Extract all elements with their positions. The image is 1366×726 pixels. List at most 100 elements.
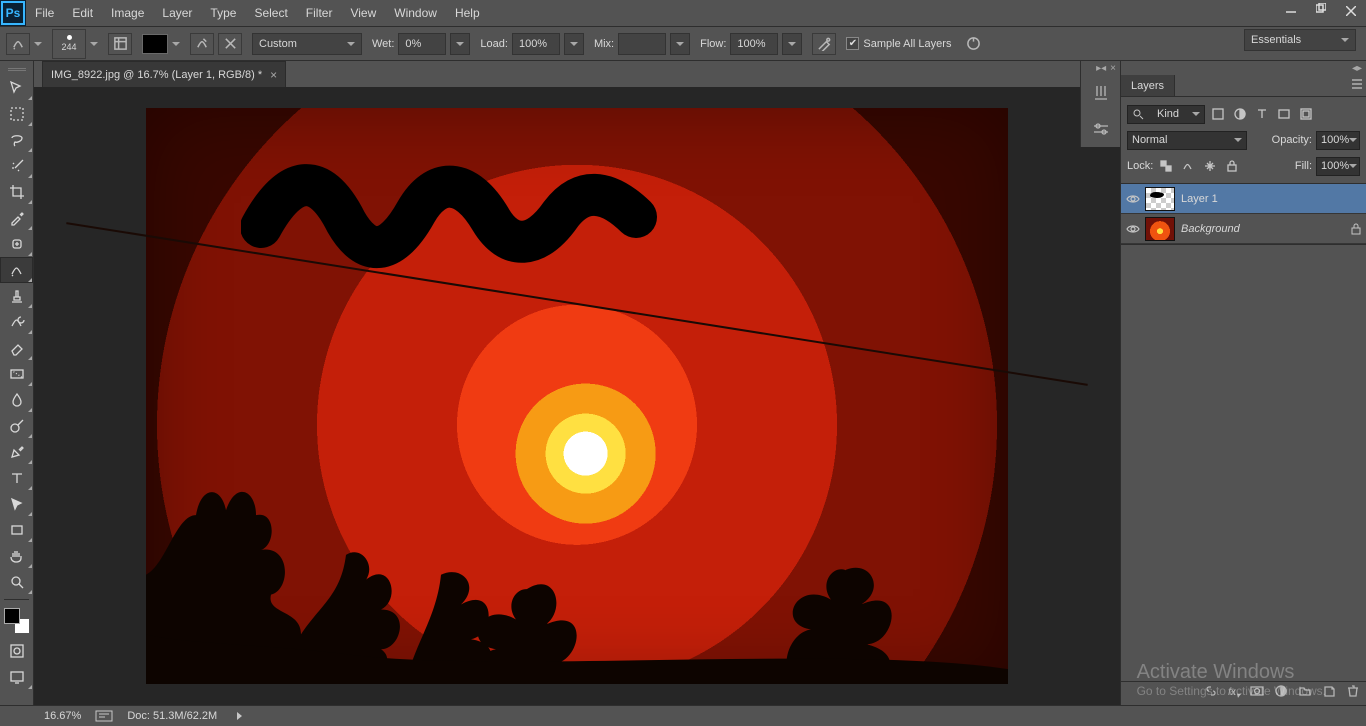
status-more-button[interactable] [237, 712, 242, 720]
preset-select[interactable]: Custom [252, 33, 362, 55]
load-field[interactable]: 100% [512, 33, 560, 55]
lock-paint-button[interactable] [1179, 157, 1197, 175]
foreground-color[interactable] [4, 608, 20, 624]
lock-transparency-button[interactable] [1157, 157, 1175, 175]
zoom-level[interactable]: 16.67% [44, 710, 81, 722]
pen-tool[interactable] [0, 439, 33, 465]
blur-tool[interactable] [0, 387, 33, 413]
layer-row[interactable]: Background [1121, 214, 1366, 244]
mixer-color-swatch[interactable] [142, 34, 168, 54]
menu-view[interactable]: View [341, 0, 385, 26]
gradient-tool[interactable] [0, 361, 33, 387]
layer-name[interactable]: Layer 1 [1181, 193, 1366, 205]
fill-field[interactable]: 100% [1316, 157, 1360, 176]
toolbox-grip[interactable] [0, 65, 33, 75]
brush-size-picker[interactable]: 244 [52, 29, 86, 59]
link-layers-button[interactable] [1204, 684, 1218, 703]
brush-settings-button[interactable] [1081, 111, 1120, 147]
flow-field[interactable]: 100% [730, 33, 778, 55]
menu-select[interactable]: Select [245, 0, 296, 26]
brush-tool[interactable] [0, 257, 33, 283]
close-dock-icon[interactable]: × [1110, 63, 1116, 74]
type-tool[interactable] [0, 465, 33, 491]
lock-position-button[interactable] [1201, 157, 1219, 175]
brush-panel-button[interactable] [108, 33, 132, 55]
mix-dropdown[interactable] [670, 33, 690, 55]
mask-button[interactable] [1250, 684, 1264, 703]
move-tool[interactable] [0, 75, 33, 101]
wet-dropdown[interactable] [450, 33, 470, 55]
lasso-tool[interactable] [0, 127, 33, 153]
rectangle-tool[interactable] [0, 517, 33, 543]
path-selection-tool[interactable] [0, 491, 33, 517]
healing-tool[interactable] [0, 231, 33, 257]
layer-thumbnail[interactable] [1145, 187, 1175, 211]
adjustment-button[interactable] [1274, 684, 1288, 703]
status-icon[interactable] [95, 710, 113, 722]
fx-button[interactable]: fx▾ [1228, 687, 1240, 700]
menu-layer[interactable]: Layer [153, 0, 201, 26]
opacity-field[interactable]: 100% [1316, 131, 1360, 150]
filter-pixel-icon[interactable] [1209, 105, 1227, 123]
filter-type-icon[interactable] [1253, 105, 1271, 123]
screen-mode-button[interactable] [0, 664, 33, 690]
dodge-tool[interactable] [0, 413, 33, 439]
layer-thumbnail[interactable] [1145, 217, 1175, 241]
menu-image[interactable]: Image [102, 0, 153, 26]
brush-presets-button[interactable] [1081, 75, 1120, 111]
layers-tab[interactable]: Layers [1121, 75, 1175, 96]
mix-field[interactable] [618, 33, 666, 55]
menu-file[interactable]: File [26, 0, 63, 26]
close-tab-button[interactable]: × [270, 68, 277, 82]
tool-preset-dropdown[interactable] [34, 40, 42, 48]
filter-adjust-icon[interactable] [1231, 105, 1249, 123]
canvas-viewport[interactable] [34, 87, 1120, 705]
eraser-tool[interactable] [0, 335, 33, 361]
wet-field[interactable]: 0% [398, 33, 446, 55]
pressure-size-button[interactable] [961, 33, 985, 55]
layer-row[interactable]: Layer 1 [1121, 184, 1366, 214]
lock-all-button[interactable] [1223, 157, 1241, 175]
menu-type[interactable]: Type [201, 0, 245, 26]
airbrush-button[interactable] [812, 33, 836, 55]
brush-size-dropdown[interactable] [90, 40, 98, 48]
quick-mask-button[interactable] [0, 638, 33, 664]
layer-filter-select[interactable]: Kind [1127, 105, 1205, 124]
load-brush-button[interactable] [190, 33, 214, 55]
menu-edit[interactable]: Edit [63, 0, 102, 26]
visibility-toggle[interactable] [1121, 222, 1145, 236]
stamp-tool[interactable] [0, 283, 33, 309]
filter-smart-icon[interactable] [1297, 105, 1315, 123]
blend-mode-select[interactable]: Normal [1127, 131, 1247, 150]
menu-filter[interactable]: Filter [297, 0, 342, 26]
load-dropdown[interactable] [564, 33, 584, 55]
close-button[interactable] [1336, 0, 1366, 22]
new-layer-button[interactable] [1322, 684, 1336, 703]
visibility-toggle[interactable] [1121, 192, 1145, 206]
collapse-panel-icon[interactable]: ◂▸ [1352, 63, 1362, 74]
marquee-tool[interactable] [0, 101, 33, 127]
hand-tool[interactable] [0, 543, 33, 569]
expand-dock-icon[interactable]: ▸◂ [1096, 63, 1106, 74]
filter-shape-icon[interactable] [1275, 105, 1293, 123]
history-brush-tool[interactable] [0, 309, 33, 335]
clean-brush-button[interactable] [218, 33, 242, 55]
group-button[interactable] [1298, 684, 1312, 703]
sample-all-checkbox[interactable] [846, 37, 859, 50]
color-swatches[interactable] [0, 604, 33, 638]
delete-layer-button[interactable] [1346, 684, 1360, 703]
menu-help[interactable]: Help [446, 0, 489, 26]
eyedropper-tool[interactable] [0, 205, 33, 231]
layer-name[interactable]: Background [1181, 223, 1346, 235]
mixer-color-dropdown[interactable] [172, 40, 180, 48]
document-tab[interactable]: IMG_8922.jpg @ 16.7% (Layer 1, RGB/8) * … [42, 61, 286, 87]
panel-menu-button[interactable] [1348, 75, 1366, 93]
minimize-button[interactable] [1276, 0, 1306, 22]
zoom-tool[interactable] [0, 569, 33, 595]
maximize-button[interactable] [1306, 0, 1336, 22]
canvas[interactable] [146, 108, 1008, 684]
flow-dropdown[interactable] [782, 33, 802, 55]
crop-tool[interactable] [0, 179, 33, 205]
magic-wand-tool[interactable] [0, 153, 33, 179]
tool-indicator-icon[interactable] [6, 33, 30, 55]
